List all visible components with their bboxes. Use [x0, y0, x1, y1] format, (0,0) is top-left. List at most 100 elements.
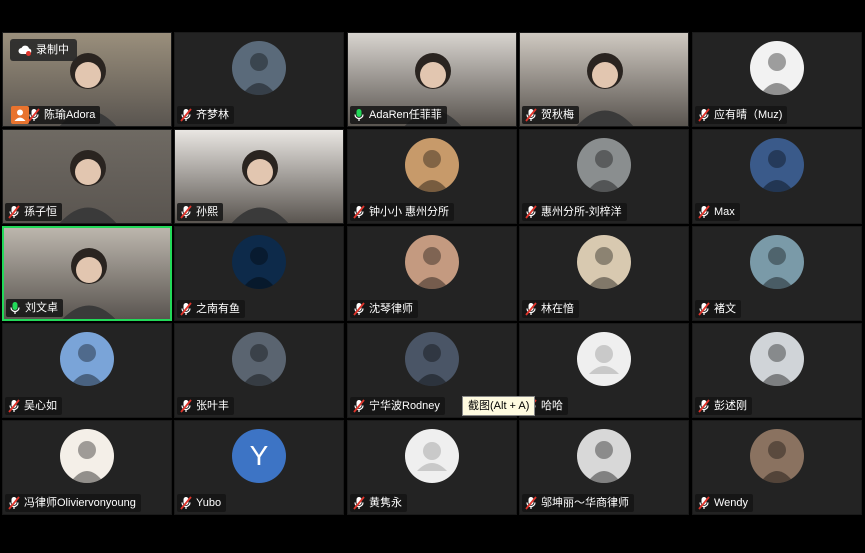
participant-avatar: Y: [232, 429, 286, 483]
participant-name-tag: 陈瑜Adora: [25, 106, 101, 124]
participant-tile[interactable]: 贺秋梅: [519, 32, 689, 127]
participant-name-tag: 孙熙: [177, 203, 223, 221]
participant-tile[interactable]: 之南有鱼: [174, 226, 344, 321]
participant-gallery: 陈瑜Adora 齐梦林 AdaRen任菲菲 贺秋梅 应有晴（Muz) 孫子恒 孙熙 钟小小 惠…: [2, 32, 863, 518]
participant-name-tag: 褚文: [695, 300, 741, 318]
mic-muted-icon: [698, 108, 710, 122]
participant-name-tag: 应有晴（Muz): [695, 106, 788, 124]
profile-photo-icon: [760, 441, 794, 483]
participant-tile[interactable]: 彭述刚: [692, 323, 862, 418]
participant-name-tag: Yubo: [177, 494, 227, 512]
participant-tile[interactable]: AdaRen任菲菲: [347, 32, 517, 127]
mic-muted-icon: [28, 108, 40, 122]
mic-muted-icon: [698, 205, 710, 219]
mic-muted-icon: [525, 108, 537, 122]
participant-name: 孙熙: [196, 206, 218, 218]
participant-name: 应有晴（Muz): [714, 109, 783, 121]
participant-name-tag: 贺秋梅: [522, 106, 579, 124]
participant-tile[interactable]: 吴心如: [2, 323, 172, 418]
participant-tile[interactable]: 沈琴律师: [347, 226, 517, 321]
participant-tile[interactable]: 褚文: [692, 226, 862, 321]
host-person-icon: [11, 106, 29, 124]
participant-name-tag: 沈琴律师: [350, 300, 418, 318]
mic-muted-icon: [525, 496, 537, 510]
participant-avatar: [232, 41, 286, 95]
participant-tile[interactable]: 孙熙: [174, 129, 344, 224]
participant-tile[interactable]: Wendy: [692, 420, 862, 515]
cloud-record-icon: [18, 45, 32, 56]
participant-name: 惠州分所-刘梓洋: [541, 206, 622, 218]
mic-muted-icon: [525, 302, 537, 316]
participant-tile[interactable]: 钟小小 惠州分所: [347, 129, 517, 224]
participant-name: Yubo: [196, 497, 222, 509]
participant-tile[interactable]: 哈哈: [519, 323, 689, 418]
participant-name: Wendy: [714, 497, 749, 509]
participant-tile[interactable]: 刘文卓: [2, 226, 172, 321]
default-user-icon: [417, 442, 447, 471]
participant-name: 贺秋梅: [541, 109, 574, 121]
participant-tile[interactable]: 冯律师Oliviervonyoung: [2, 420, 172, 515]
participant-name: 黄隽永: [369, 497, 402, 509]
participant-avatar: [577, 138, 631, 192]
participant-tile[interactable]: 林在愔: [519, 226, 689, 321]
mic-muted-icon: [8, 205, 20, 219]
participant-name-tag: 冯律师Oliviervonyoung: [5, 494, 141, 512]
screenshot-tooltip: 截图(Alt + A): [462, 396, 536, 416]
participant-name-tag: 邬坤丽～华商律师: [522, 494, 634, 512]
participant-tile[interactable]: 张叶丰: [174, 323, 344, 418]
participant-name-tag: Max: [695, 203, 740, 221]
profile-photo-icon: [415, 344, 449, 386]
participant-name: 之南有鱼: [196, 303, 240, 315]
participant-name: AdaRen任菲菲: [369, 109, 442, 121]
participant-tile[interactable]: Max: [692, 129, 862, 224]
participant-tile[interactable]: 惠州分所-刘梓洋: [519, 129, 689, 224]
participant-name-tag: 张叶丰: [177, 397, 234, 415]
mic-muted-icon: [353, 399, 365, 413]
participant-tile[interactable]: 齐梦林: [174, 32, 344, 127]
participant-name: 孫子恒: [24, 206, 57, 218]
participant-name-tag: 孫子恒: [5, 203, 62, 221]
participant-name-tag: 林在愔: [522, 300, 579, 318]
mic-muted-icon: [180, 496, 192, 510]
participant-tile[interactable]: 黄隽永: [347, 420, 517, 515]
mic-muted-icon: [180, 108, 192, 122]
participant-name: 林在愔: [541, 303, 574, 315]
participant-avatar: [750, 41, 804, 95]
participant-name: 冯律师Oliviervonyoung: [24, 497, 136, 509]
participant-avatar: [60, 332, 114, 386]
participant-avatar: [577, 429, 631, 483]
profile-photo-icon: [415, 247, 449, 289]
participant-tile[interactable]: 孫子恒: [2, 129, 172, 224]
participant-tile[interactable]: 应有晴（Muz): [692, 32, 862, 127]
participant-avatar: [750, 429, 804, 483]
mic-muted-icon: [698, 496, 710, 510]
profile-photo-icon: [760, 247, 794, 289]
participant-avatar: [750, 235, 804, 289]
participant-name: 钟小小 惠州分所: [369, 206, 450, 218]
recording-indicator[interactable]: 录制中: [10, 39, 77, 61]
participant-avatar: [60, 429, 114, 483]
participant-avatar: [577, 332, 631, 386]
participant-tile[interactable]: Y Yubo: [174, 420, 344, 515]
profile-photo-icon: [587, 247, 621, 289]
default-user-icon: [589, 345, 619, 374]
mic-muted-icon: [698, 399, 710, 413]
profile-photo-icon: [587, 150, 621, 192]
mic-muted-icon: [698, 302, 710, 316]
profile-photo-icon: [242, 53, 276, 95]
participant-name: 褚文: [714, 303, 736, 315]
participant-name-tag: 刘文卓: [6, 299, 63, 317]
profile-photo-icon: [415, 150, 449, 192]
participant-name-tag: 宁华波Rodney: [350, 397, 445, 415]
participant-name: 邬坤丽～华商律师: [541, 497, 629, 509]
participant-avatar: [232, 332, 286, 386]
profile-photo-icon: [70, 441, 104, 483]
participant-avatar: [750, 138, 804, 192]
profile-photo-icon: [760, 150, 794, 192]
participant-tile[interactable]: 邬坤丽～华商律师: [519, 420, 689, 515]
profile-photo-icon: [242, 344, 276, 386]
participant-avatar: [405, 138, 459, 192]
participant-name-tag: 之南有鱼: [177, 300, 245, 318]
profile-photo-icon: [70, 344, 104, 386]
mic-muted-icon: [525, 205, 537, 219]
